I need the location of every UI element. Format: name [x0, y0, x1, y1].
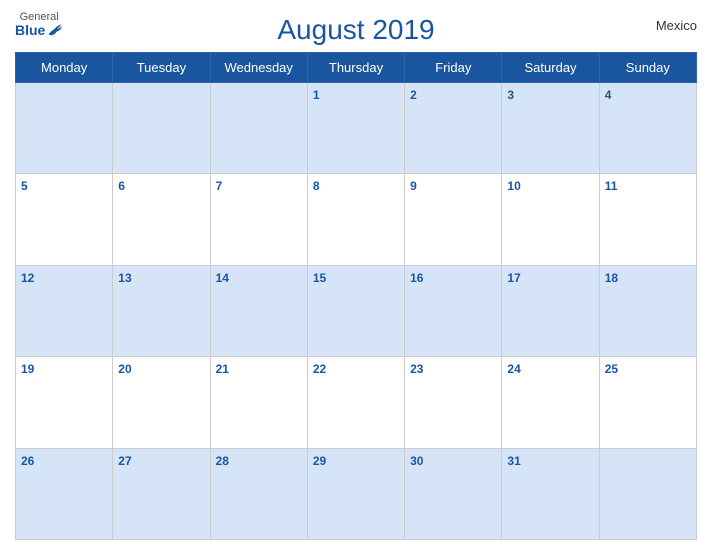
calendar-cell: 4: [599, 83, 696, 174]
calendar-cell: 11: [599, 174, 696, 265]
day-number: 5: [21, 179, 28, 193]
calendar-cell: 31: [502, 448, 599, 539]
calendar-cell: 5: [16, 174, 113, 265]
weekday-header-saturday: Saturday: [502, 53, 599, 83]
weekday-header-monday: Monday: [16, 53, 113, 83]
calendar-cell: 2: [405, 83, 502, 174]
calendar-cell: 1: [307, 83, 404, 174]
calendar-week-row: 1 2 3 4: [16, 83, 697, 174]
calendar-cell: 22: [307, 357, 404, 448]
day-number: 23: [410, 362, 423, 376]
calendar-body: 1234567891011121314151617181920212223242…: [16, 83, 697, 540]
day-number: 3: [507, 88, 514, 102]
day-number: 8: [313, 179, 320, 193]
calendar-cell: 6: [113, 174, 210, 265]
day-number: 15: [313, 271, 326, 285]
day-number: 9: [410, 179, 417, 193]
calendar-cell: 10: [502, 174, 599, 265]
logo-blue-text: Blue: [15, 23, 63, 37]
day-number: 24: [507, 362, 520, 376]
calendar-cell: 19: [16, 357, 113, 448]
day-number: 31: [507, 454, 520, 468]
calendar-week-row: 12 13 14 15 16 17 18: [16, 265, 697, 356]
day-number: 26: [21, 454, 34, 468]
day-number: 11: [605, 179, 618, 193]
calendar-cell: 9: [405, 174, 502, 265]
calendar-cell: [599, 448, 696, 539]
day-number: 6: [118, 179, 125, 193]
day-number: 29: [313, 454, 326, 468]
calendar-cell: [16, 83, 113, 174]
day-number: 27: [118, 454, 131, 468]
day-number: 22: [313, 362, 326, 376]
calendar-cell: 28: [210, 448, 307, 539]
day-number: 21: [216, 362, 229, 376]
day-number: 30: [410, 454, 423, 468]
calendar-cell: 20: [113, 357, 210, 448]
weekday-header-thursday: Thursday: [307, 53, 404, 83]
day-number: 28: [216, 454, 229, 468]
weekday-header-row: MondayTuesdayWednesdayThursdayFridaySatu…: [16, 53, 697, 83]
day-number: 25: [605, 362, 618, 376]
calendar-cell: 27: [113, 448, 210, 539]
weekday-header-sunday: Sunday: [599, 53, 696, 83]
day-number: 12: [21, 271, 34, 285]
calendar-cell: 23: [405, 357, 502, 448]
calendar-week-row: 19 20 21 22 23 24 25: [16, 357, 697, 448]
calendar-cell: 12: [16, 265, 113, 356]
day-number: 13: [118, 271, 131, 285]
calendar-week-row: 5 6 7 8 9 10 11: [16, 174, 697, 265]
calendar-week-row: 26 27 28 29 30 31: [16, 448, 697, 539]
day-number: 2: [410, 88, 417, 102]
day-number: 20: [118, 362, 131, 376]
calendar-cell: 24: [502, 357, 599, 448]
calendar-cell: [113, 83, 210, 174]
calendar-cell: 26: [16, 448, 113, 539]
logo-bird-icon: [47, 23, 63, 37]
day-number: 17: [507, 271, 520, 285]
calendar-cell: 15: [307, 265, 404, 356]
calendar-cell: 30: [405, 448, 502, 539]
calendar-cell: 3: [502, 83, 599, 174]
month-title: August 2019: [277, 14, 434, 46]
calendar-cell: 7: [210, 174, 307, 265]
calendar-cell: 8: [307, 174, 404, 265]
weekday-header-wednesday: Wednesday: [210, 53, 307, 83]
calendar-table: MondayTuesdayWednesdayThursdayFridaySatu…: [15, 52, 697, 540]
calendar-header: General Blue August 2019 Mexico: [15, 10, 697, 46]
calendar-cell: 16: [405, 265, 502, 356]
country-label: Mexico: [656, 18, 697, 33]
day-number: 4: [605, 88, 612, 102]
calendar-cell: 21: [210, 357, 307, 448]
day-number: 7: [216, 179, 223, 193]
calendar-cell: 13: [113, 265, 210, 356]
day-number: 18: [605, 271, 618, 285]
calendar-cell: 17: [502, 265, 599, 356]
calendar-cell: 29: [307, 448, 404, 539]
day-number: 19: [21, 362, 34, 376]
weekday-header-tuesday: Tuesday: [113, 53, 210, 83]
calendar-cell: [210, 83, 307, 174]
day-number: 10: [507, 179, 520, 193]
calendar-cell: 25: [599, 357, 696, 448]
calendar-cell: 18: [599, 265, 696, 356]
weekday-header-friday: Friday: [405, 53, 502, 83]
logo: General Blue: [15, 12, 63, 37]
day-number: 1: [313, 88, 320, 102]
day-number: 16: [410, 271, 423, 285]
day-number: 14: [216, 271, 229, 285]
calendar-cell: 14: [210, 265, 307, 356]
